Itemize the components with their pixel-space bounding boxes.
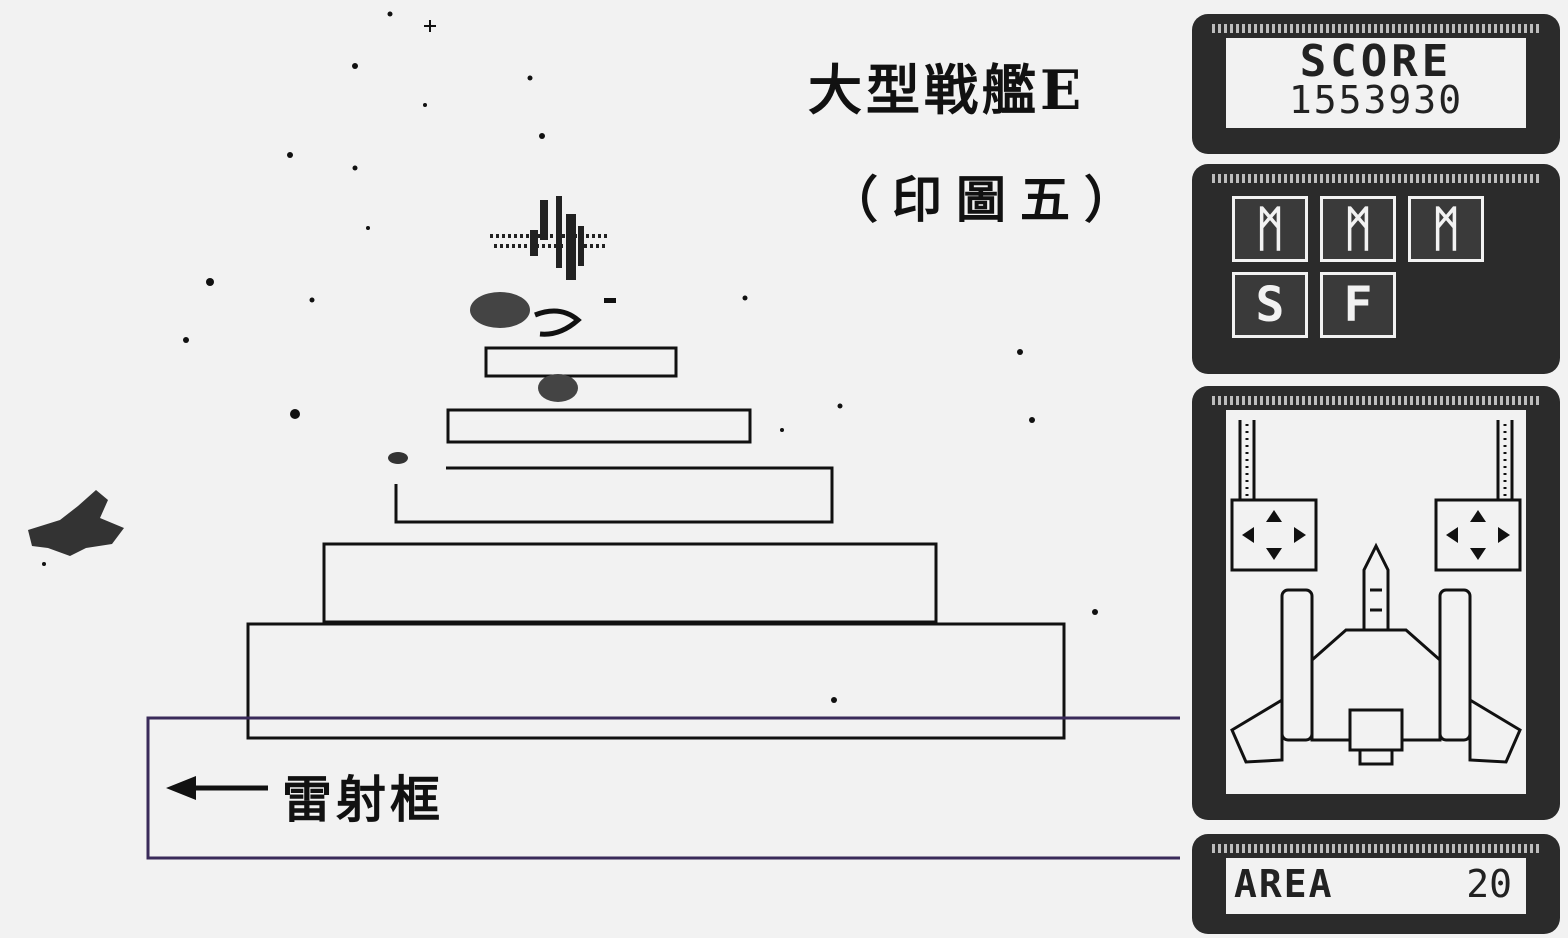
figure-title: 大型戦艦E	[808, 58, 1086, 122]
score-label: SCORE	[1299, 36, 1453, 87]
figure-number: （印圖五）	[828, 170, 1148, 229]
area-label: AREA	[1234, 862, 1334, 906]
weapon-panel: ᛗ ᛗ ᛗ S F	[1192, 164, 1560, 374]
weapon-slot: ᛗ	[1232, 196, 1308, 262]
battleship-hull	[246, 346, 1066, 740]
player-ship-display	[1230, 420, 1522, 766]
enemy-turret	[470, 292, 530, 328]
left-arrow-icon	[166, 776, 268, 800]
weapon-slot: F	[1320, 272, 1396, 338]
dpad-arrow-icon	[1230, 498, 1318, 572]
battleship-scene	[28, 11, 1180, 860]
weapon-slot: ᛗ	[1320, 196, 1396, 262]
enemy-turret	[538, 374, 578, 402]
weapon-slot: ᛗ	[1408, 196, 1484, 262]
weapon-slot: S	[1232, 272, 1308, 338]
asteroid	[28, 490, 124, 556]
dpad-arrow-icon	[1434, 498, 1522, 572]
score-panel: SCORE 1553930	[1192, 14, 1560, 154]
area-panel: AREA 20	[1192, 834, 1560, 934]
enemy-ship-icon	[490, 196, 610, 280]
playfield: 大型戦艦E （印圖五） 雷射框	[0, 0, 1180, 938]
enemy-bullet	[388, 452, 408, 464]
laser-frame-label: 雷射框	[282, 770, 444, 829]
area-value: 20	[1466, 862, 1512, 906]
ship-panel	[1192, 386, 1560, 820]
player-ship-icon	[1230, 542, 1522, 766]
score-value: 1553930	[1288, 78, 1464, 122]
